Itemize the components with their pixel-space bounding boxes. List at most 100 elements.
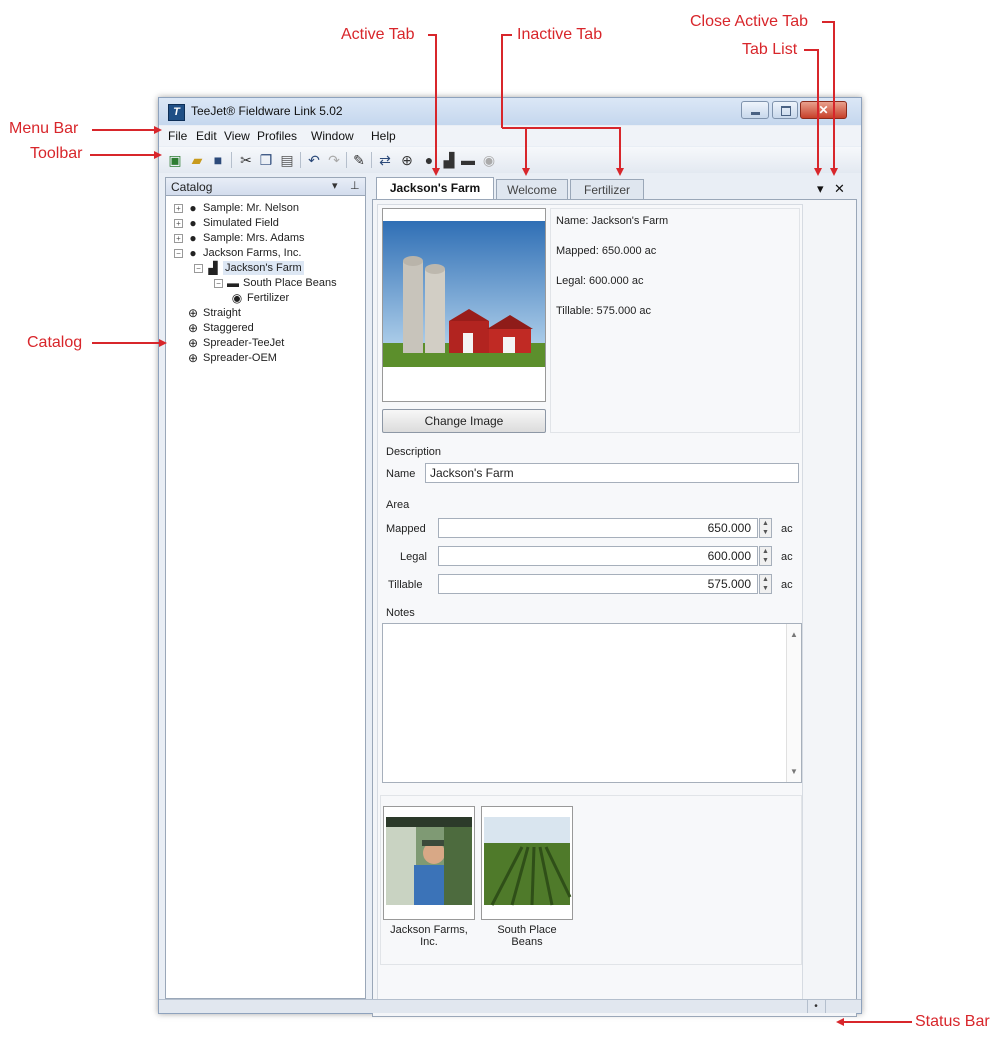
name-field[interactable]: Jackson's Farm [425,463,799,483]
summary-mapped: Mapped: 650.000 ac [556,245,657,257]
tree-item-label: Spreader-TeeJet [203,337,285,349]
menu-edit[interactable]: Edit [196,129,217,143]
tree-item-label: Spreader-OEM [203,352,277,364]
area-heading: Area [386,499,410,511]
name-label: Name [386,468,416,480]
resize-grip[interactable] [825,1000,862,1013]
edit-properties-icon[interactable]: ✎ [351,152,367,168]
title-bar[interactable]: T TeeJet® Fieldware Link 5.02 ✕ [159,98,861,125]
open-folder-icon[interactable]: ▰ [189,152,205,168]
pin-icon[interactable]: ⊥ [350,179,360,192]
tab-jacksons-farm[interactable]: Jackson's Farm [376,177,494,199]
farm-icon: ▟ [208,261,218,275]
farmer-photo [384,807,474,919]
mapped-field[interactable]: 650.000 [438,518,758,538]
summary-legal: Legal: 600.000 ac [556,275,644,287]
tillable-label: Tillable [388,579,423,591]
toolbar-separator [371,152,372,168]
tillable-unit: ac [781,579,793,591]
mapped-label: Mapped [386,523,426,535]
callout-tab-list: Tab List [742,41,798,58]
legal-unit: ac [781,551,793,563]
callout-close-active-tab: Close Active Tab [690,13,808,30]
tab-content: Change Image Name: Jackson's Farm Mapped… [372,199,857,1017]
callout-menu-bar: Menu Bar [9,120,79,137]
new-icon[interactable]: ▣ [167,152,183,168]
tab-fertilizer[interactable]: Fertilizer [570,179,644,199]
toolbar-separator [300,152,301,168]
window-title: TeeJet® Fieldware Link 5.02 [191,104,343,118]
collapse-icon[interactable]: − [214,279,223,288]
expand-icon[interactable]: + [174,219,183,228]
scroll-up-icon[interactable]: ▲ [790,630,798,639]
sync-icon[interactable]: ⇄ [377,152,393,168]
person-icon[interactable]: ● [421,152,437,168]
steering-wheel-icon: ⊕ [187,336,199,350]
menu-view[interactable]: View [224,129,250,143]
maximize-button[interactable] [772,101,798,119]
summary-tillable: Tillable: 575.000 ac [556,305,651,317]
farm-icon[interactable]: ▟ [441,152,457,168]
tab-strip: Jackson's Farm Welcome Fertilizer ▾ ✕ [372,177,857,199]
summary-name: Name: Jackson's Farm [556,215,669,227]
cut-icon[interactable]: ✂ [238,152,254,168]
tree-item-label: Simulated Field [203,217,279,229]
farm-photo [382,208,546,402]
copy-icon[interactable]: ❐ [258,152,274,168]
related-items: Jackson Farms, Inc. South Place Beans [380,795,802,965]
farm-details-panel: Change Image Name: Jackson's Farm Mapped… [377,204,803,1010]
status-indicator: • [807,1000,824,1013]
field-icon: ▬ [227,276,239,290]
description-heading: Description [386,446,442,458]
tree-item-label: Jackson Farms, Inc. [203,247,302,259]
menu-profiles[interactable]: Profiles [257,129,297,143]
callout-inactive-tab: Inactive Tab [517,26,603,43]
catalog-title: Catalog [171,180,213,194]
collapse-icon[interactable]: − [194,264,203,273]
menu-file[interactable]: File [168,129,187,143]
tree-item-label: Sample: Mr. Nelson [203,202,299,214]
tab-welcome[interactable]: Welcome [496,179,568,199]
tillable-stepper[interactable]: ▲ ▼ [759,574,772,594]
related-thumbnail-jackson-farms[interactable] [383,806,475,920]
close-window-button[interactable]: ✕ [800,101,847,119]
tillable-field[interactable]: 575.000 [438,574,758,594]
mapped-stepper[interactable]: ▲ ▼ [759,518,772,538]
tree-item-label: Sample: Mrs. Adams [203,232,305,244]
product-icon: ◉ [231,291,243,305]
expand-icon[interactable]: + [174,204,183,213]
tab-list-icon[interactable]: ▾ [817,181,824,197]
catalog-header: Catalog ▾ ⊥ [166,178,365,196]
notes-heading: Notes [386,607,415,619]
expand-icon[interactable]: + [174,234,183,243]
notes-scrollbar[interactable]: ▲ ▼ [786,624,801,782]
menu-help[interactable]: Help [371,129,396,143]
minimize-button[interactable] [741,101,769,119]
menu-window[interactable]: Window [311,129,354,143]
collapse-icon[interactable]: − [174,249,183,258]
related-thumbnail-south-place-beans[interactable] [481,806,573,920]
product-icon[interactable]: ◉ [481,152,497,168]
scroll-down-icon[interactable]: ▼ [790,767,798,776]
toolbar: ▣ ▰ ■ ✂ ❐ ▤ ↶ ↷ ✎ ⇄ ⊕ ● ▟ ▬ ◉ [159,147,861,173]
tree-item-label: Fertilizer [247,292,290,304]
change-image-button[interactable]: Change Image [382,409,546,433]
close-tab-icon[interactable]: ✕ [834,181,845,197]
person-icon: ● [189,216,197,230]
person-icon: ● [189,231,197,245]
legal-stepper[interactable]: ▲ ▼ [759,546,772,566]
save-icon[interactable]: ■ [210,152,226,168]
steering-wheel-icon[interactable]: ⊕ [399,152,415,168]
menu-bar: File Edit View Profiles Window Help [159,126,861,146]
redo-icon[interactable]: ↷ [326,152,342,168]
undo-icon[interactable]: ↶ [306,152,322,168]
field-photo [482,807,572,919]
dropdown-icon[interactable]: ▾ [332,179,338,192]
field-icon[interactable]: ▬ [460,152,476,168]
legal-field[interactable]: 600.000 [438,546,758,566]
callout-catalog: Catalog [27,334,83,351]
notes-textarea[interactable]: ▲ ▼ [382,623,802,783]
tree-item-label: Jackson's Farm [223,261,304,275]
tree-item-label: South Place Beans [243,277,337,289]
paste-icon[interactable]: ▤ [279,152,295,168]
